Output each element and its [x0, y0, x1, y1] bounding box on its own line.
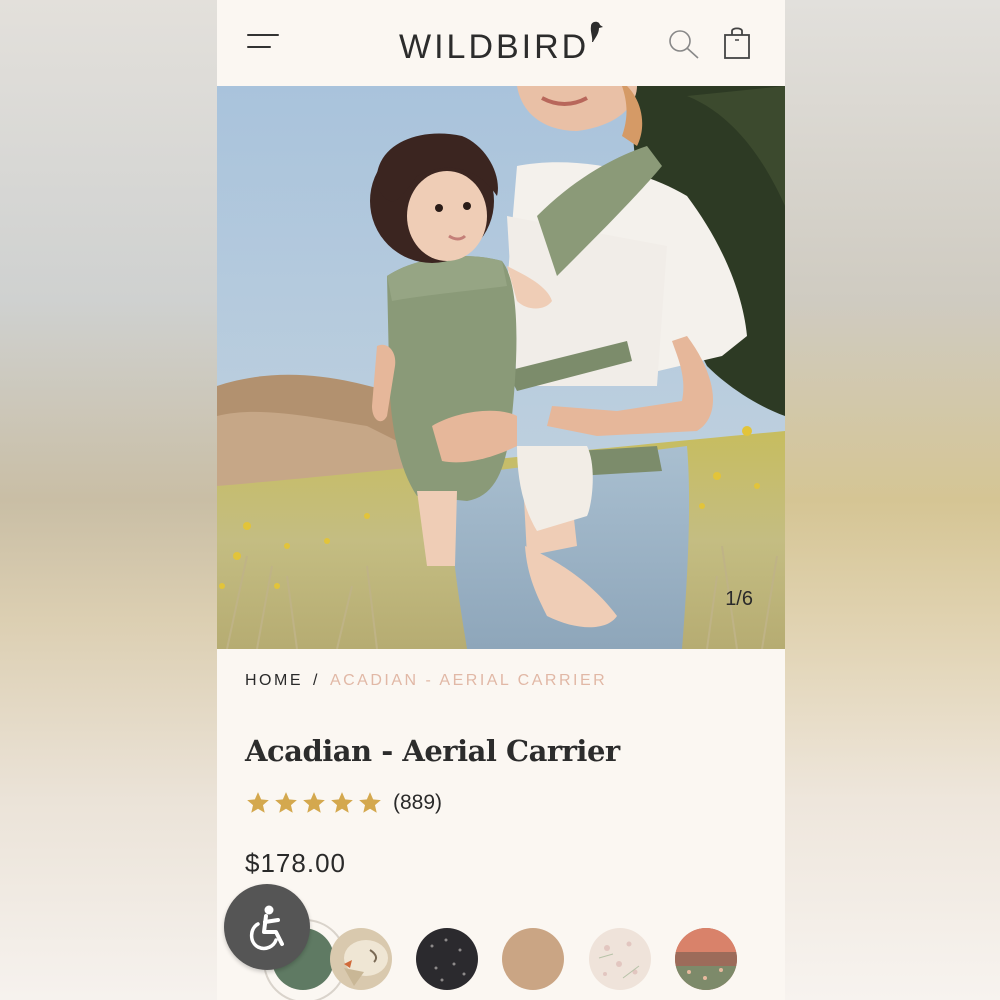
swatch-tan[interactable] — [502, 928, 564, 990]
rating-stars — [245, 790, 383, 816]
swatch-floral-cream[interactable] — [589, 928, 651, 990]
gallery-slide-counter: 1/6 — [725, 588, 753, 610]
swatch-charcoal-dandelion[interactable] — [416, 928, 478, 990]
swatch-sunset-meadow[interactable] — [675, 928, 737, 990]
product-image-gallery[interactable]: 1/6 — [217, 86, 785, 649]
hamburger-menu-icon[interactable] — [247, 32, 281, 54]
product-hero-image — [217, 86, 785, 649]
star-icon — [303, 792, 325, 813]
star-icon — [275, 792, 297, 813]
swatch-bird-print[interactable] — [330, 928, 392, 990]
site-header: WILDBIRD — [217, 0, 785, 86]
star-icon — [247, 792, 269, 813]
shopping-bag-icon[interactable] — [723, 26, 751, 60]
mobile-page: WILDBIRD 1/6 HOME / ACADIAN - AERIAL CAR… — [217, 0, 785, 1000]
background-blur-right — [785, 0, 1000, 1000]
wildbird-logo[interactable]: WILDBIRD — [399, 18, 609, 68]
breadcrumb-current: ACADIAN - AERIAL CARRIER — [329, 672, 608, 689]
product-rating[interactable]: (889) — [245, 790, 442, 816]
search-icon[interactable] — [667, 28, 701, 60]
logo-text: WILDBIRD — [399, 28, 590, 66]
bird-icon — [590, 21, 603, 42]
color-swatches — [243, 919, 783, 1000]
background-blur-left — [0, 0, 217, 1000]
review-count-link[interactable]: (889) — [393, 791, 442, 815]
breadcrumb-separator: / — [313, 672, 320, 689]
breadcrumb-home-link[interactable]: HOME — [245, 672, 303, 689]
accessibility-icon[interactable] — [224, 884, 310, 970]
product-title: Acadian - Aerial Carrier — [245, 734, 620, 768]
star-icon — [359, 792, 381, 813]
breadcrumb: HOME / ACADIAN - AERIAL CARRIER — [245, 672, 607, 690]
product-price: $178.00 — [245, 848, 346, 878]
star-icon — [331, 792, 353, 813]
